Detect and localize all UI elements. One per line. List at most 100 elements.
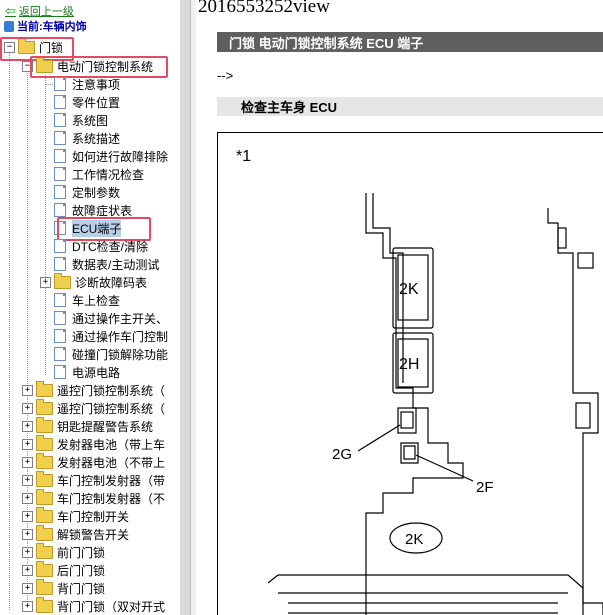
tree-item-label: 注意事项 bbox=[72, 77, 121, 92]
tree-node-sibling[interactable]: + 遥控门锁控制系统（ bbox=[22, 398, 165, 417]
expand-icon[interactable]: + bbox=[22, 582, 33, 594]
expand-icon[interactable]: + bbox=[22, 528, 33, 540]
folder-icon bbox=[36, 398, 53, 415]
navigation-tree-pane: ⇦ 返回上一级 当前:车辆内饰 − 门锁 − 电动门锁控制系统 注意事项 零件位… bbox=[0, 0, 180, 615]
back-link[interactable]: ⇦ 返回上一级 bbox=[5, 3, 74, 18]
document-icon bbox=[54, 185, 66, 199]
tree-node-sibling[interactable]: + 前门门锁 bbox=[22, 542, 106, 561]
tree-item-label: 零件位置 bbox=[72, 95, 121, 110]
document-icon bbox=[54, 149, 66, 163]
tree-item-label: 诊断故障码表 bbox=[75, 275, 148, 290]
tree-item[interactable]: 注意事项 bbox=[54, 75, 120, 93]
tree-scrollbar[interactable] bbox=[180, 0, 190, 615]
tree-item[interactable]: 车上检查 bbox=[54, 291, 120, 309]
tree-item[interactable]: DTC检查/清除 bbox=[54, 237, 148, 255]
tree-item[interactable]: 通过操作主开关、 bbox=[54, 309, 168, 327]
diagram-label-2g: 2G bbox=[332, 446, 352, 463]
tree-node-sibling[interactable]: + 车门控制开关 bbox=[22, 506, 130, 525]
tree-item-label: 通过操作车门控制 bbox=[72, 329, 169, 344]
tree-node-label: 背门门锁 bbox=[57, 581, 106, 596]
connector-pin-row bbox=[288, 602, 558, 614]
document-icon bbox=[54, 203, 66, 217]
tree-item[interactable]: 系统描述 bbox=[54, 129, 120, 147]
slot-2f-inner bbox=[403, 445, 416, 460]
tree-item[interactable]: 定制参数 bbox=[54, 183, 120, 201]
tree-node-sibling[interactable]: + 发射器电池（不带上 bbox=[22, 452, 166, 471]
diagram-label-2f: 2F bbox=[476, 479, 494, 496]
tree-item[interactable]: 电源电路 bbox=[54, 363, 120, 381]
back-arrow-icon: ⇦ bbox=[5, 3, 16, 18]
tree-node-label: 车门控制开关 bbox=[57, 509, 130, 524]
document-icon bbox=[54, 131, 66, 145]
tree-node-sibling[interactable]: + 车门控制发射器（不 bbox=[22, 488, 165, 507]
document-icon bbox=[54, 257, 66, 271]
tree-node-label: 前门门锁 bbox=[57, 545, 106, 560]
folder-icon bbox=[54, 272, 71, 289]
expand-icon[interactable]: + bbox=[22, 420, 33, 432]
folder-icon bbox=[36, 380, 53, 397]
document-icon bbox=[54, 347, 66, 361]
tree-node-label: 钥匙提醒警告系统 bbox=[57, 419, 154, 434]
folder-icon bbox=[36, 560, 53, 577]
tree-node-label: 发射器电池（不带上 bbox=[57, 455, 166, 470]
tree-node-label: 遥控门锁控制系统（ bbox=[57, 383, 166, 398]
expand-icon[interactable]: + bbox=[22, 402, 33, 414]
connector-diagram-svg: *1 2K 2H 2G 2F 2K bbox=[236, 148, 603, 615]
leader-line-2f bbox=[415, 454, 474, 482]
content-pane: 2016553252view 门锁 电动门锁控制系统 ECU 端子 --> 检查… bbox=[196, 0, 603, 615]
document-icon bbox=[54, 239, 66, 253]
tree-item[interactable]: 系统图 bbox=[54, 111, 108, 129]
tree-node-sibling[interactable]: + 背门门锁（双对开式 bbox=[22, 596, 165, 615]
tree-item[interactable]: 零件位置 bbox=[54, 93, 120, 111]
tree-connector bbox=[45, 75, 46, 375]
tree-node-sibling[interactable]: + 钥匙提醒警告系统 bbox=[22, 416, 154, 435]
latch-right bbox=[575, 402, 591, 429]
tree-item-label: 工作情况检查 bbox=[72, 167, 145, 182]
tree-item[interactable]: 数据表/主动测试 bbox=[54, 255, 159, 273]
expand-icon[interactable]: + bbox=[22, 474, 33, 486]
leader-line-2g bbox=[357, 424, 401, 452]
tree-item-label: 故障症状表 bbox=[72, 203, 133, 218]
tree-item-label: 车上检查 bbox=[72, 293, 121, 308]
tree-item-label: 定制参数 bbox=[72, 185, 121, 200]
diagram-label-2h: 2H bbox=[399, 356, 419, 373]
document-icon bbox=[54, 329, 66, 343]
expand-icon[interactable]: + bbox=[22, 600, 33, 612]
document-icon bbox=[54, 113, 66, 127]
connector-outline bbox=[365, 193, 464, 615]
expand-icon[interactable]: + bbox=[22, 492, 33, 504]
expand-icon[interactable]: + bbox=[22, 510, 33, 522]
tree-item[interactable]: 碰撞门锁解除功能 bbox=[54, 345, 168, 363]
expand-icon[interactable]: + bbox=[22, 456, 33, 468]
tree-node-sibling[interactable]: + 遥控门锁控制系统（ bbox=[22, 380, 166, 399]
tree-item[interactable]: 如何进行故障排除 bbox=[54, 147, 168, 165]
document-icon bbox=[54, 167, 66, 181]
tree-node-sibling[interactable]: + 后门门锁 bbox=[22, 560, 105, 579]
expand-icon[interactable]: + bbox=[22, 438, 33, 450]
slot-2g-inner bbox=[400, 411, 414, 429]
tree-node-label: 解锁警告开关 bbox=[57, 527, 130, 542]
folder-icon bbox=[36, 578, 53, 595]
expand-icon[interactable]: + bbox=[22, 564, 33, 576]
tree-item[interactable]: 通过操作车门控制 bbox=[54, 327, 168, 345]
tree-item[interactable]: 工作情况检查 bbox=[54, 165, 144, 183]
folder-icon bbox=[36, 596, 53, 613]
expand-icon[interactable]: + bbox=[40, 276, 51, 288]
expand-icon[interactable]: + bbox=[22, 546, 33, 558]
current-location: 当前:车辆内饰 bbox=[4, 19, 87, 33]
tree-item-label: 数据表/主动测试 bbox=[72, 257, 160, 272]
tree-item-label: DTC检查/清除 bbox=[72, 239, 148, 254]
tree-node-sibling[interactable]: + 解锁警告开关 bbox=[22, 524, 130, 543]
tree-node-dtc-chart[interactable]: + 诊断故障码表 bbox=[40, 272, 148, 291]
folder-icon bbox=[36, 452, 53, 469]
tree-node-sibling[interactable]: + 背门门锁 bbox=[22, 578, 106, 597]
diagram-label-2k-callout: 2K bbox=[405, 531, 423, 548]
expand-icon[interactable]: + bbox=[22, 384, 33, 396]
arrow-text: --> bbox=[217, 68, 234, 83]
tree-item-label: 电源电路 bbox=[72, 365, 121, 380]
latch-right bbox=[557, 227, 567, 249]
book-icon bbox=[4, 20, 14, 32]
tree-node-label: 车门控制发射器（带 bbox=[57, 473, 166, 488]
tree-node-sibling[interactable]: + 发射器电池（带上车 bbox=[22, 434, 165, 453]
tree-node-sibling[interactable]: + 车门控制发射器（带 bbox=[22, 470, 166, 489]
